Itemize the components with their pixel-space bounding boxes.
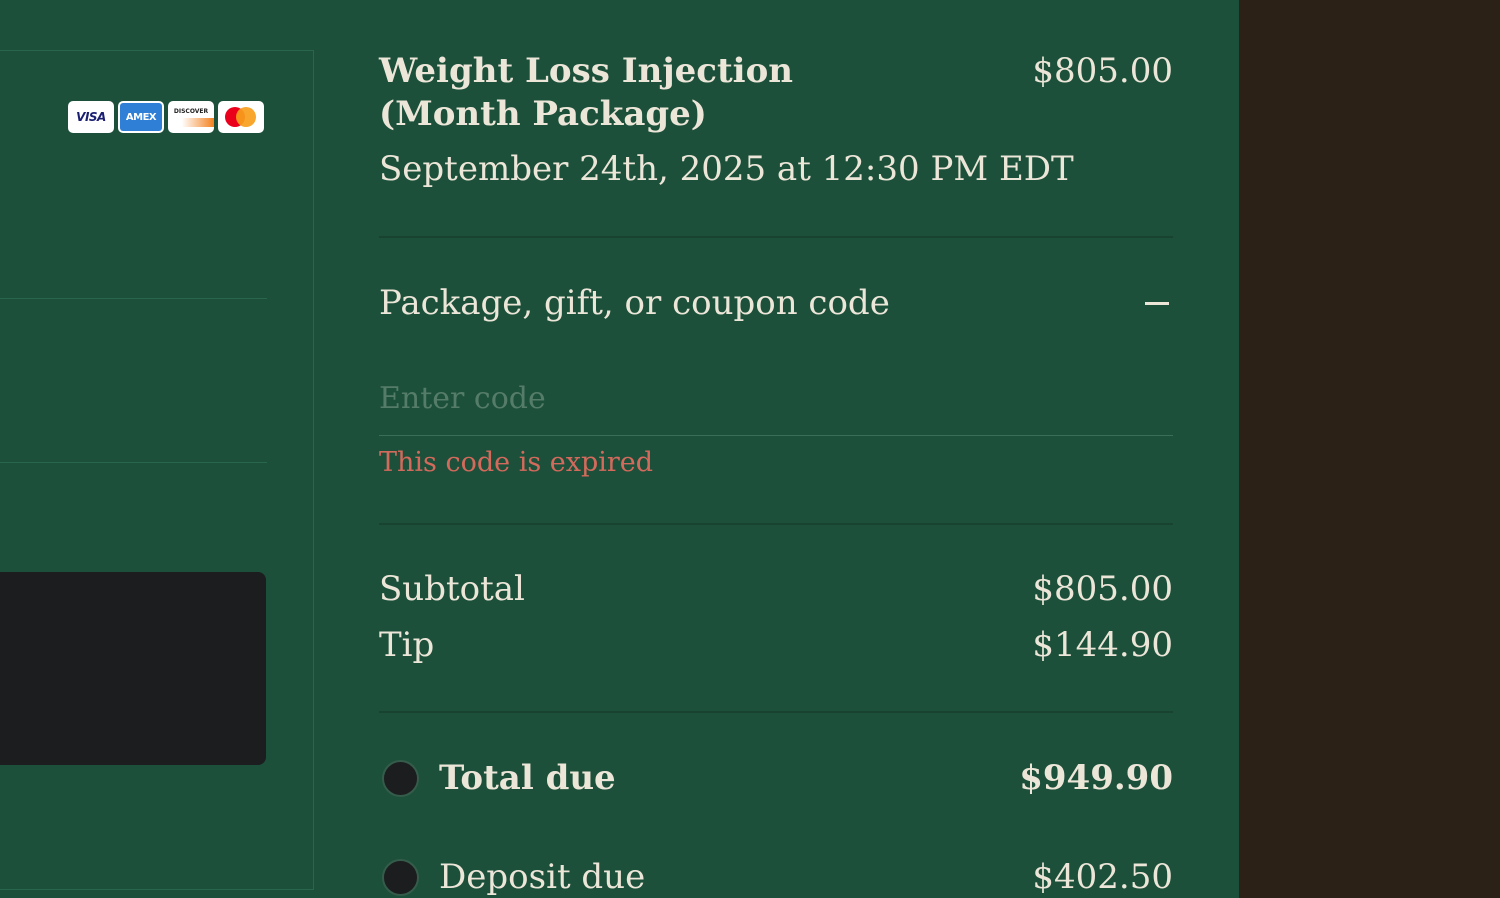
total-due-value: $949.90	[1019, 758, 1173, 798]
visa-icon: VISA	[68, 101, 114, 133]
appointment-datetime: September 24th, 2025 at 12:30 PM EDT	[379, 149, 1074, 189]
deposit-due-radio[interactable]	[382, 859, 419, 896]
divider	[379, 711, 1173, 713]
mastercard-icon	[218, 101, 264, 133]
payment-divider	[0, 298, 267, 299]
checkout-panel: VISA AMEX DISCOVER Weight Loss Injection…	[0, 0, 1239, 898]
total-due-label[interactable]: Total due	[439, 757, 616, 800]
tip-label: Tip	[379, 625, 435, 665]
coupon-code-input[interactable]	[379, 362, 1173, 436]
payment-button[interactable]	[0, 572, 266, 765]
divider	[379, 523, 1173, 525]
deposit-due-label[interactable]: Deposit due	[439, 856, 645, 898]
amex-logo-text: AMEX	[125, 111, 157, 123]
visa-logo-text: VISA	[76, 110, 106, 124]
payment-divider	[0, 462, 267, 463]
item-title: Weight Loss Injection (Month Package)	[379, 51, 793, 134]
coupon-error: This code is expired	[379, 447, 654, 478]
coupon-label[interactable]: Package, gift, or coupon code	[379, 282, 890, 325]
checkout-page: VISA AMEX DISCOVER Weight Loss Injection…	[0, 0, 1500, 898]
discover-icon: DISCOVER	[168, 101, 214, 133]
subtotal-value: $805.00	[1032, 569, 1173, 609]
amex-icon: AMEX	[118, 101, 164, 133]
divider	[379, 236, 1173, 238]
total-due-radio[interactable]	[382, 760, 419, 797]
accepted-cards: VISA AMEX DISCOVER	[68, 101, 264, 133]
subtotal-label: Subtotal	[379, 569, 525, 609]
tip-value: $144.90	[1032, 625, 1173, 665]
item-price: $805.00	[1032, 51, 1173, 91]
minus-icon[interactable]	[1145, 292, 1171, 316]
deposit-due-value: $402.50	[1032, 857, 1173, 897]
discover-logo-text: DISCOVER	[173, 107, 209, 115]
